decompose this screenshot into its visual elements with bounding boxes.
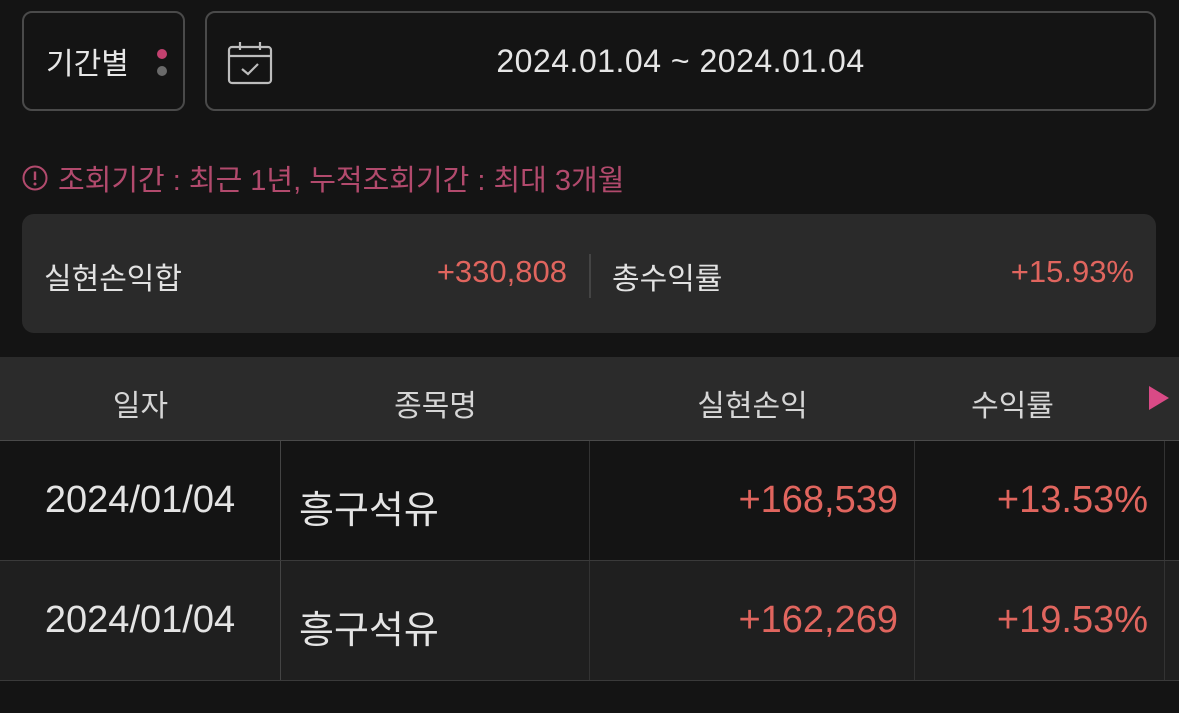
alert-circle-icon (22, 165, 48, 191)
summary-divider (589, 254, 591, 298)
column-header-realized-pl: 실현손익 (697, 390, 808, 423)
row-return-rate: +13.53% (996, 479, 1148, 521)
cell-stock-name: 흥구석유 (281, 441, 590, 560)
summary-panel: 실현손익합 +330,808 총수익률 +15.93% (22, 214, 1156, 333)
realized-pl-sum-value: +330,808 (436, 254, 567, 289)
period-label: 기간별 (46, 48, 129, 81)
row-stock-name: 흥구석유 (299, 490, 439, 532)
column-header-return-rate: 수익률 (971, 390, 1054, 423)
cell-date: 2024/01/04 (0, 561, 281, 680)
row-date: 2024/01/04 (44, 479, 236, 521)
row-date: 2024/01/04 (44, 599, 236, 641)
cell-date: 2024/01/04 (0, 441, 281, 560)
column-header-stock-name: 종목명 (394, 390, 477, 423)
total-return-label: 총수익률 (612, 263, 723, 296)
cell-realized-pl: +168,539 (590, 441, 915, 560)
row-return-rate: +19.53% (996, 599, 1148, 641)
table-row[interactable]: 2024/01/04 흥구석유 +162,269 +19.53% (0, 561, 1179, 681)
cell-return-rate: +13.53% (915, 441, 1165, 560)
table-header: 일자 종목명 실현손익 수익률 (0, 357, 1179, 441)
date-range-text: 2024.01.04 ~ 2024.01.04 (496, 43, 865, 79)
date-range-picker[interactable]: 2024.01.04 ~ 2024.01.04 (205, 11, 1156, 111)
row-realized-pl: +168,539 (738, 479, 898, 521)
realized-pl-sum-label: 실현손익합 (44, 263, 182, 296)
row-realized-pl: +162,269 (738, 599, 898, 641)
indicator-dot-inactive (157, 66, 167, 76)
query-period-notice: 조회기간 : 최근 1년, 누적조회기간 : 최대 3개월 (22, 158, 624, 198)
cell-stock-name: 흥구석유 (281, 561, 590, 680)
column-header-date: 일자 (112, 390, 169, 423)
indicator-dot-active (157, 49, 167, 59)
period-indicator-dots (157, 49, 169, 83)
cell-return-rate: +19.53% (915, 561, 1165, 680)
play-arrow-icon[interactable] (1148, 385, 1170, 416)
cell-realized-pl: +162,269 (590, 561, 915, 680)
period-selector-button[interactable]: 기간별 (22, 11, 185, 111)
row-stock-name: 흥구석유 (299, 610, 439, 652)
total-return-value: +15.93% (1010, 254, 1134, 289)
table-row[interactable]: 2024/01/04 흥구석유 +168,539 +13.53% (0, 441, 1179, 561)
notice-text: 조회기간 : 최근 1년, 누적조회기간 : 최대 3개월 (58, 165, 625, 197)
